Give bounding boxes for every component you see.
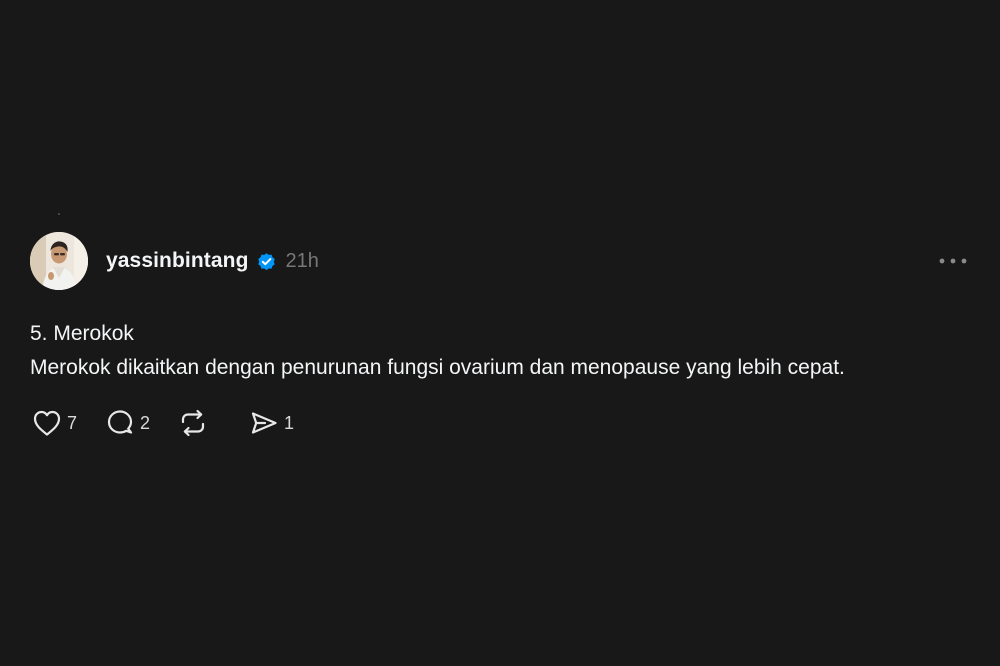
reply-count: 2 xyxy=(140,412,151,433)
more-options-button[interactable] xyxy=(936,251,970,271)
post-timestamp[interactable]: 21h xyxy=(286,250,319,273)
share-button[interactable]: 1 xyxy=(247,406,294,440)
repost-button[interactable] xyxy=(176,406,213,440)
comment-icon xyxy=(103,406,137,440)
author-username[interactable]: yassinbintang xyxy=(106,249,249,273)
post-actions: 7 2 1 xyxy=(30,406,970,440)
repost-icon xyxy=(176,406,210,440)
more-horizontal-icon xyxy=(939,258,967,264)
decorative-dot xyxy=(58,213,60,215)
reply-button[interactable]: 2 xyxy=(103,406,150,440)
heart-icon xyxy=(30,406,64,440)
share-count: 1 xyxy=(284,412,295,433)
verified-badge-icon xyxy=(256,251,277,272)
like-count: 7 xyxy=(67,412,78,433)
avatar-photo-icon xyxy=(30,232,88,290)
avatar[interactable] xyxy=(30,232,88,290)
post-header: yassinbintang 21h xyxy=(30,231,970,291)
send-icon xyxy=(247,406,281,440)
post-text-line: 5. Merokok xyxy=(30,322,134,345)
post-content: 5. Merokok Merokok dikaitkan dengan penu… xyxy=(30,317,970,385)
thread-post: yassinbintang 21h 5. Merokok Merokok dik… xyxy=(30,231,970,440)
thread-page: yassinbintang 21h 5. Merokok Merokok dik… xyxy=(0,0,1000,666)
post-text-line: Merokok dikaitkan dengan penurunan fungs… xyxy=(30,356,845,379)
like-button[interactable]: 7 xyxy=(30,406,77,440)
